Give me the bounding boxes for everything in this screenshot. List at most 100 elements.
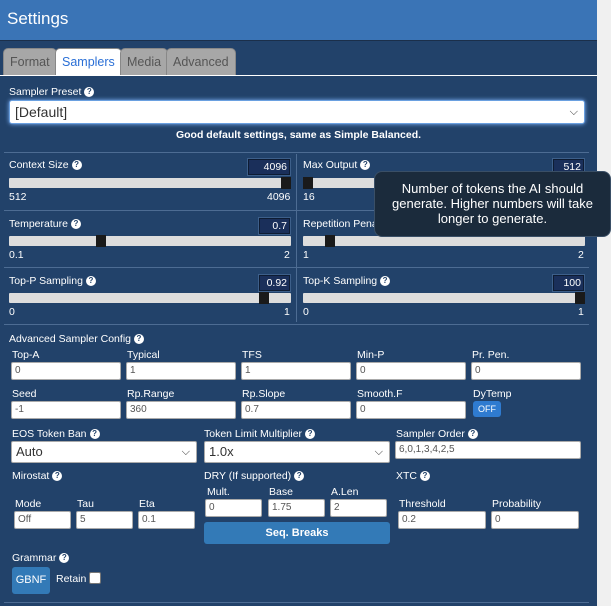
divider bbox=[4, 324, 589, 325]
sampler-order-input[interactable]: 6,0,1,3,4,2,5 bbox=[395, 441, 581, 459]
xtc-threshold-label: Threshold bbox=[399, 498, 446, 510]
tab-media[interactable]: Media bbox=[120, 48, 169, 75]
divider bbox=[4, 602, 589, 603]
top-k-min: 0 bbox=[303, 306, 309, 318]
slider-thumb[interactable] bbox=[281, 177, 291, 189]
slider-thumb[interactable] bbox=[96, 235, 107, 247]
xtc-label: XTC? bbox=[396, 470, 430, 482]
temperature-max: 2 bbox=[284, 249, 290, 261]
temperature-label: Temperature? bbox=[9, 218, 81, 230]
dytemp-toggle[interactable]: OFF bbox=[473, 401, 501, 417]
temperature-slider[interactable] bbox=[9, 235, 291, 247]
temperature-input[interactable]: 0.7 bbox=[258, 217, 291, 235]
repetition-penalty-min: 1 bbox=[303, 249, 309, 261]
help-icon[interactable]: ? bbox=[380, 276, 391, 287]
chevron-down-icon: ⌵ bbox=[374, 446, 383, 458]
top-k-input[interactable]: 100 bbox=[552, 274, 585, 292]
mirostat-tau-input[interactable]: 5 bbox=[76, 511, 133, 529]
retain-checkbox[interactable] bbox=[89, 572, 101, 584]
seq-breaks-button[interactable]: Seq. Breaks bbox=[204, 522, 390, 544]
gbnf-button[interactable]: GBNF bbox=[12, 567, 50, 594]
pr-pen-input[interactable]: 0 bbox=[471, 362, 581, 380]
grammar-label: Grammar? bbox=[12, 552, 70, 564]
chevron-down-icon: ⌵ bbox=[181, 446, 190, 458]
context-size-input[interactable]: 4096 bbox=[247, 158, 291, 176]
sampler-preset-label: Sampler Preset? bbox=[9, 86, 95, 98]
slider-thumb[interactable] bbox=[324, 235, 335, 247]
help-icon[interactable]: ? bbox=[59, 553, 70, 564]
xtc-probability-input[interactable]: 0 bbox=[491, 511, 579, 529]
sampler-preset-select[interactable]: [Default] ⌵ bbox=[9, 100, 585, 124]
slider-thumb[interactable] bbox=[259, 292, 270, 304]
help-icon[interactable]: ? bbox=[70, 219, 81, 230]
help-icon[interactable]: ? bbox=[71, 160, 82, 171]
mirostat-eta-input[interactable]: 0.1 bbox=[138, 511, 195, 529]
top-p-min: 0 bbox=[9, 306, 15, 318]
top-k-max: 1 bbox=[578, 306, 584, 318]
xtc-probability-label: Probability bbox=[492, 498, 542, 510]
top-k-label: Top-K Sampling? bbox=[303, 275, 391, 287]
slider-thumb[interactable] bbox=[575, 292, 585, 304]
max-output-min: 16 bbox=[303, 191, 315, 203]
context-size-max: 4096 bbox=[267, 191, 291, 203]
preset-description: Good default settings, same as Simple Ba… bbox=[175, 129, 422, 141]
repetition-penalty-slider[interactable] bbox=[303, 235, 585, 247]
help-icon[interactable]: ? bbox=[89, 429, 100, 440]
help-icon[interactable]: ? bbox=[84, 87, 95, 98]
rp-range-input[interactable]: 360 bbox=[126, 401, 236, 419]
help-icon[interactable]: ? bbox=[85, 276, 96, 287]
eos-token-ban-select[interactable]: Auto ⌵ bbox=[11, 441, 197, 463]
dry-alen-input[interactable]: 2 bbox=[330, 499, 387, 517]
top-p-input[interactable]: 0.92 bbox=[258, 274, 291, 292]
tfs-label: TFS bbox=[242, 349, 262, 361]
tab-samplers[interactable]: Samplers bbox=[55, 48, 122, 75]
context-size-label: Context Size? bbox=[9, 159, 82, 171]
smooth-f-input[interactable]: 0 bbox=[356, 401, 466, 419]
help-icon[interactable]: ? bbox=[52, 471, 63, 482]
context-size-slider[interactable] bbox=[9, 177, 291, 189]
typical-input[interactable]: 1 bbox=[126, 362, 236, 380]
dry-mult-label: Mult. bbox=[207, 486, 230, 498]
tfs-input[interactable]: 1 bbox=[241, 362, 351, 380]
dry-label: DRY (If supported)? bbox=[204, 470, 305, 482]
dry-base-input[interactable]: 1.75 bbox=[268, 499, 325, 517]
help-icon[interactable]: ? bbox=[294, 471, 305, 482]
slider-thumb[interactable] bbox=[303, 177, 313, 189]
dry-base-label: Base bbox=[269, 486, 293, 498]
dytemp-label: DyTemp bbox=[473, 388, 512, 400]
scrollbar[interactable] bbox=[597, 0, 611, 606]
top-p-slider[interactable] bbox=[9, 292, 291, 304]
token-limit-multiplier-label: Token Limit Multiplier? bbox=[204, 428, 316, 440]
help-icon[interactable]: ? bbox=[420, 471, 430, 482]
mirostat-mode-label: Mode bbox=[15, 498, 42, 510]
xtc-threshold-input[interactable]: 0.2 bbox=[398, 511, 486, 529]
typical-label: Typical bbox=[127, 349, 160, 361]
min-p-input[interactable]: 0 bbox=[356, 362, 466, 380]
help-icon[interactable]: ? bbox=[305, 429, 316, 440]
rp-slope-label: Rp.Slope bbox=[242, 388, 286, 400]
seed-input[interactable]: -1 bbox=[11, 401, 121, 419]
rp-slope-input[interactable]: 0.7 bbox=[241, 401, 351, 419]
settings-header: Settings bbox=[0, 0, 597, 41]
mirostat-mode-select[interactable]: Off bbox=[14, 511, 71, 529]
top-a-input[interactable]: 0 bbox=[11, 362, 121, 380]
context-size-min: 512 bbox=[9, 191, 27, 203]
retain-label: Retain bbox=[56, 573, 87, 585]
tab-format[interactable]: Format bbox=[3, 48, 57, 75]
help-icon[interactable]: ? bbox=[134, 334, 144, 345]
mirostat-eta-label: Eta bbox=[139, 498, 155, 510]
dry-mult-input[interactable]: 0 bbox=[205, 499, 262, 517]
divider bbox=[4, 267, 589, 268]
mirostat-label: Mirostat? bbox=[12, 470, 63, 482]
token-limit-multiplier-select[interactable]: 1.0x ⌵ bbox=[204, 441, 390, 463]
repetition-penalty-max: 2 bbox=[578, 249, 584, 261]
column-divider bbox=[296, 154, 297, 322]
help-icon[interactable]: ? bbox=[467, 429, 478, 440]
top-p-max: 1 bbox=[284, 306, 290, 318]
tab-advanced[interactable]: Advanced bbox=[166, 48, 236, 75]
seed-label: Seed bbox=[12, 388, 37, 400]
help-icon[interactable]: ? bbox=[360, 160, 371, 171]
page-title: Settings bbox=[7, 9, 69, 28]
advanced-sampler-title: Advanced Sampler Config? bbox=[9, 333, 144, 345]
top-k-slider[interactable] bbox=[303, 292, 585, 304]
